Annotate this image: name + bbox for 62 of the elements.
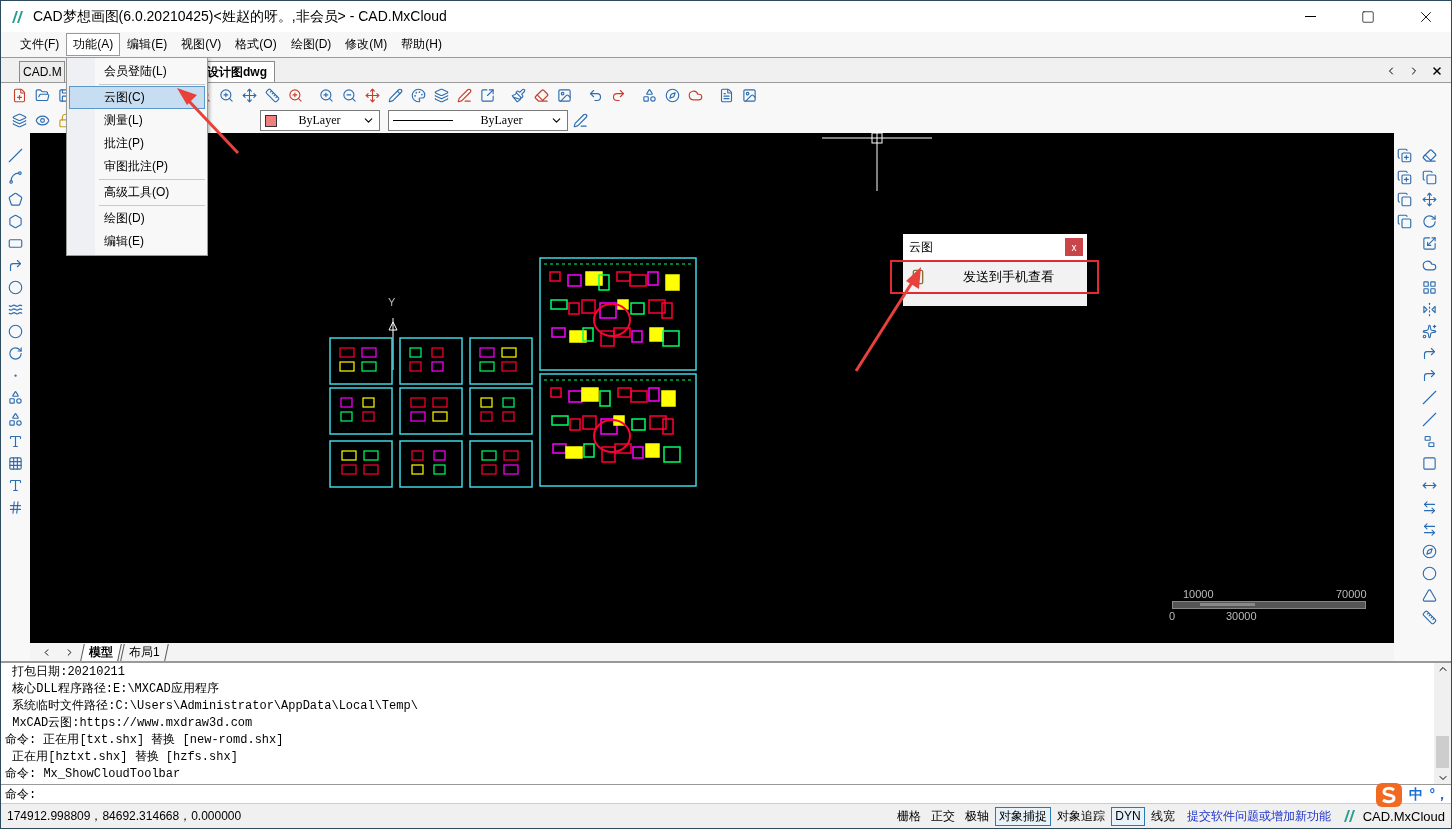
axis-label: Y — [388, 296, 396, 308]
close-button[interactable]: x — [1065, 238, 1083, 256]
scrollbar[interactable] — [1434, 663, 1451, 784]
command-output-line: 打包日期:20210211 — [11, 664, 126, 681]
menu-option[interactable]: 绘图(D) — [69, 207, 205, 230]
annotation-arrow — [177, 88, 240, 155]
window-title: CAD梦想画图(6.0.20210425)<姓赵的呀。,非会员> - CAD.MxCloud — [33, 7, 448, 26]
close-icon — [1430, 65, 1443, 77]
command-output-line: 核心DLL程序路径:E:\MXCAD应用程序 — [11, 681, 220, 698]
status-toggle[interactable]: 线宽 — [1146, 806, 1179, 826]
menu-item[interactable]: 功能(A) — [66, 33, 121, 56]
layout-tab[interactable]: 布局1 — [120, 643, 169, 661]
command-output-line: 正在用[hztxt.shx] 替换 [hzfs.shx] — [11, 749, 239, 766]
status-toggle[interactable]: 栅格 — [893, 806, 926, 826]
command-output-line: 命令: 正在用[txt.shx] 替换 [new-romd.shx] — [5, 732, 285, 749]
status-toggle[interactable]: 对象捕捉 — [995, 806, 1052, 826]
document-tab[interactable]: CAD.M — [19, 61, 65, 82]
panel-title: 云图 — [909, 238, 933, 256]
ime-logo-icon[interactable] — [1375, 782, 1404, 808]
menu-item[interactable]: 修改(M) — [338, 33, 395, 56]
app-logo-icon — [11, 9, 25, 24]
axis-arrow-icon — [388, 318, 398, 370]
scroll-thumb[interactable] — [1436, 736, 1449, 768]
menu-option[interactable]: 高级工具(O) — [69, 181, 205, 204]
menu-item[interactable]: 编辑(E) — [120, 33, 175, 56]
minimize-icon — [1304, 16, 1316, 17]
scale-label: 0 — [1169, 610, 1176, 622]
scale-label: 10000 — [1183, 588, 1214, 600]
coordinates-readout: 174912.998809，84692.314668，0.000000 — [7, 807, 243, 825]
menu-item[interactable]: 绘图(D) — [283, 33, 339, 56]
menu-option[interactable]: 编辑(E) — [69, 230, 205, 253]
command-output-line: 系统临时文件路径:C:\Users\Administrator\AppData\Local\Temp\ — [11, 698, 419, 715]
command-output-line: 命令: Mx_ShowCloudToolbar — [5, 766, 182, 783]
app-logo-icon — [1342, 809, 1357, 823]
menu-option[interactable]: 测量(L) — [69, 109, 205, 132]
send-to-phone-button[interactable]: 发送到手机查看 — [890, 260, 1099, 294]
menu-option[interactable]: 审图批注(P) — [69, 155, 205, 178]
command-output-line: MxCAD云图:https://www.mxdraw3d.com — [11, 715, 254, 732]
ime-punctuation[interactable]: °， — [1429, 786, 1449, 804]
scale-label: 70000 — [1336, 588, 1367, 600]
maximize-icon — [1361, 9, 1375, 24]
menu-option[interactable]: 批注(P) — [69, 132, 205, 155]
menu-option[interactable]: 云图(C) — [69, 86, 205, 109]
status-toggle[interactable]: DYN — [1111, 806, 1145, 826]
menu-item[interactable]: 视图(V) — [174, 33, 229, 56]
menu-item[interactable]: 格式(O) — [228, 33, 284, 56]
color-swatch — [265, 114, 277, 127]
scale-label: 30000 — [1226, 610, 1257, 622]
brand-name: CAD.MxCloud — [1362, 808, 1445, 824]
feedback-link[interactable]: 提交软件问题或增加新功能 — [1186, 807, 1331, 825]
color-dropdown[interactable]: ByLayer — [260, 110, 380, 131]
ime-mode[interactable]: 中 — [1409, 786, 1424, 804]
status-toggle[interactable]: 正交 — [927, 806, 960, 826]
status-toggle[interactable]: 对象追踪 — [1053, 806, 1110, 826]
menu-item[interactable]: 文件(F) — [13, 33, 67, 56]
status-toggle[interactable]: 极轴 — [961, 806, 994, 826]
menu-option[interactable]: 会员登陆(L) — [69, 60, 205, 83]
layout-tab[interactable]: 模型 — [80, 643, 122, 661]
phone-icon — [910, 269, 926, 285]
linetype-dropdown[interactable]: ByLayer — [388, 110, 568, 131]
line-sample — [393, 120, 453, 121]
menu-item[interactable]: 帮助(H) — [394, 33, 449, 56]
